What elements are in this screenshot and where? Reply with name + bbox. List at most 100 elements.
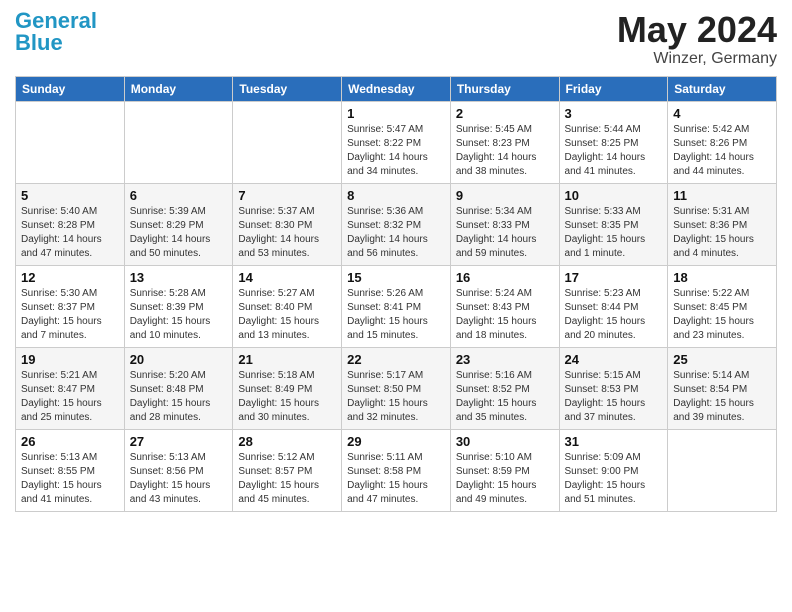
day-info: Sunrise: 5:13 AM Sunset: 8:55 PM Dayligh… [21, 451, 119, 507]
col-saturday: Saturday [668, 76, 777, 101]
day-info: Sunrise: 5:30 AM Sunset: 8:37 PM Dayligh… [21, 287, 119, 343]
day-info: Sunrise: 5:17 AM Sunset: 8:50 PM Dayligh… [347, 369, 445, 425]
day-number: 11 [673, 188, 771, 203]
calendar-cell-w1-d0: 5 Sunrise: 5:40 AM Sunset: 8:28 PM Daylig… [16, 183, 125, 265]
calendar-cell-w3-d1: 20Sunrise: 5:20 AM Sunset: 8:48 PM Dayli… [124, 347, 233, 429]
day-info: Sunrise: 5:10 AM Sunset: 8:59 PM Dayligh… [456, 451, 554, 507]
day-number: 18 [673, 270, 771, 285]
day-info: Sunrise: 5:16 AM Sunset: 8:52 PM Dayligh… [456, 369, 554, 425]
day-info: Sunrise: 5:28 AM Sunset: 8:39 PM Dayligh… [130, 287, 228, 343]
col-friday: Friday [559, 76, 668, 101]
day-number: 29 [347, 434, 445, 449]
calendar-header-row: Sunday Monday Tuesday Wednesday Thursday… [16, 76, 777, 101]
day-info: Sunrise: 5:23 AM Sunset: 8:44 PM Dayligh… [565, 287, 663, 343]
logo: General Blue [15, 10, 97, 54]
day-info: Sunrise: 5:12 AM Sunset: 8:57 PM Dayligh… [238, 451, 336, 507]
day-info: Sunrise: 5:13 AM Sunset: 8:56 PM Dayligh… [130, 451, 228, 507]
calendar-cell-w0-d2 [233, 101, 342, 183]
calendar-cell-w2-d4: 16Sunrise: 5:24 AM Sunset: 8:43 PM Dayli… [450, 265, 559, 347]
week-row-4: 26 Sunrise: 5:13 AM Sunset: 8:55 PM Dayli… [16, 429, 777, 511]
calendar-cell-w3-d5: 24Sunrise: 5:15 AM Sunset: 8:53 PM Dayli… [559, 347, 668, 429]
calendar-cell-w0-d0 [16, 101, 125, 183]
day-info: Sunrise: 5:09 AM Sunset: 9:00 PM Dayligh… [565, 451, 663, 507]
day-number: 23 [456, 352, 554, 367]
calendar-cell-w1-d1: 6 Sunrise: 5:39 AM Sunset: 8:29 PM Daylig… [124, 183, 233, 265]
day-info: Sunrise: 5:33 AM Sunset: 8:35 PM Dayligh… [565, 205, 663, 261]
calendar-cell-w2-d0: 12 Sunrise: 5:30 AM Sunset: 8:37 PM Dayli… [16, 265, 125, 347]
day-info: Sunrise: 5:36 AM Sunset: 8:32 PM Dayligh… [347, 205, 445, 261]
calendar-cell-w4-d4: 30Sunrise: 5:10 AM Sunset: 8:59 PM Dayli… [450, 429, 559, 511]
col-sunday: Sunday [16, 76, 125, 101]
calendar-cell-w1-d2: 7 Sunrise: 5:37 AM Sunset: 8:30 PM Daylig… [233, 183, 342, 265]
calendar-cell-w3-d3: 22 Sunrise: 5:17 AM Sunset: 8:50 PM Dayli… [342, 347, 451, 429]
day-info: Sunrise: 5:42 AM Sunset: 8:26 PM Dayligh… [673, 123, 771, 179]
day-info: Sunrise: 5:20 AM Sunset: 8:48 PM Dayligh… [130, 369, 228, 425]
day-info: Sunrise: 5:45 AM Sunset: 8:23 PM Dayligh… [456, 123, 554, 179]
calendar-cell-w2-d6: 18 Sunrise: 5:22 AM Sunset: 8:45 PM Dayli… [668, 265, 777, 347]
week-row-2: 12 Sunrise: 5:30 AM Sunset: 8:37 PM Dayli… [16, 265, 777, 347]
day-number: 7 [238, 188, 336, 203]
calendar-cell-w4-d6 [668, 429, 777, 511]
day-info: Sunrise: 5:14 AM Sunset: 8:54 PM Dayligh… [673, 369, 771, 425]
calendar-cell-w3-d0: 19Sunrise: 5:21 AM Sunset: 8:47 PM Dayli… [16, 347, 125, 429]
day-number: 22 [347, 352, 445, 367]
calendar-cell-w1-d3: 8Sunrise: 5:36 AM Sunset: 8:32 PM Daylig… [342, 183, 451, 265]
day-number: 28 [238, 434, 336, 449]
calendar-location: Winzer, Germany [617, 50, 777, 68]
calendar-cell-w4-d2: 28 Sunrise: 5:12 AM Sunset: 8:57 PM Dayli… [233, 429, 342, 511]
col-thursday: Thursday [450, 76, 559, 101]
calendar-cell-w4-d0: 26 Sunrise: 5:13 AM Sunset: 8:55 PM Dayli… [16, 429, 125, 511]
day-number: 12 [21, 270, 119, 285]
calendar-cell-w2-d1: 13 Sunrise: 5:28 AM Sunset: 8:39 PM Dayli… [124, 265, 233, 347]
calendar-cell-w4-d5: 31 Sunrise: 5:09 AM Sunset: 9:00 PM Dayli… [559, 429, 668, 511]
day-info: Sunrise: 5:34 AM Sunset: 8:33 PM Dayligh… [456, 205, 554, 261]
week-row-3: 19Sunrise: 5:21 AM Sunset: 8:47 PM Dayli… [16, 347, 777, 429]
col-wednesday: Wednesday [342, 76, 451, 101]
day-info: Sunrise: 5:11 AM Sunset: 8:58 PM Dayligh… [347, 451, 445, 507]
day-number: 27 [130, 434, 228, 449]
day-number: 1 [347, 106, 445, 121]
day-number: 4 [673, 106, 771, 121]
calendar-cell-w3-d2: 21Sunrise: 5:18 AM Sunset: 8:49 PM Dayli… [233, 347, 342, 429]
calendar-cell-w3-d6: 25 Sunrise: 5:14 AM Sunset: 8:54 PM Dayli… [668, 347, 777, 429]
day-number: 6 [130, 188, 228, 203]
page-header: General Blue May 2024 Winzer, Germany [15, 10, 777, 68]
day-number: 26 [21, 434, 119, 449]
day-number: 31 [565, 434, 663, 449]
day-info: Sunrise: 5:15 AM Sunset: 8:53 PM Dayligh… [565, 369, 663, 425]
col-tuesday: Tuesday [233, 76, 342, 101]
calendar-cell-w0-d3: 1 Sunrise: 5:47 AM Sunset: 8:22 PM Daylig… [342, 101, 451, 183]
title-block: May 2024 Winzer, Germany [617, 10, 777, 68]
day-info: Sunrise: 5:40 AM Sunset: 8:28 PM Dayligh… [21, 205, 119, 261]
day-info: Sunrise: 5:22 AM Sunset: 8:45 PM Dayligh… [673, 287, 771, 343]
day-info: Sunrise: 5:31 AM Sunset: 8:36 PM Dayligh… [673, 205, 771, 261]
calendar-cell-w4-d3: 29 Sunrise: 5:11 AM Sunset: 8:58 PM Dayli… [342, 429, 451, 511]
day-number: 10 [565, 188, 663, 203]
day-info: Sunrise: 5:24 AM Sunset: 8:43 PM Dayligh… [456, 287, 554, 343]
calendar-cell-w1-d4: 9 Sunrise: 5:34 AM Sunset: 8:33 PM Daylig… [450, 183, 559, 265]
day-info: Sunrise: 5:18 AM Sunset: 8:49 PM Dayligh… [238, 369, 336, 425]
week-row-1: 5 Sunrise: 5:40 AM Sunset: 8:28 PM Daylig… [16, 183, 777, 265]
day-number: 15 [347, 270, 445, 285]
col-monday: Monday [124, 76, 233, 101]
day-number: 25 [673, 352, 771, 367]
day-info: Sunrise: 5:39 AM Sunset: 8:29 PM Dayligh… [130, 205, 228, 261]
day-number: 2 [456, 106, 554, 121]
day-number: 13 [130, 270, 228, 285]
calendar-table: Sunday Monday Tuesday Wednesday Thursday… [15, 76, 777, 512]
day-info: Sunrise: 5:47 AM Sunset: 8:22 PM Dayligh… [347, 123, 445, 179]
day-number: 17 [565, 270, 663, 285]
week-row-0: 1 Sunrise: 5:47 AM Sunset: 8:22 PM Daylig… [16, 101, 777, 183]
day-info: Sunrise: 5:37 AM Sunset: 8:30 PM Dayligh… [238, 205, 336, 261]
day-number: 3 [565, 106, 663, 121]
calendar-cell-w2-d5: 17 Sunrise: 5:23 AM Sunset: 8:44 PM Dayli… [559, 265, 668, 347]
day-number: 5 [21, 188, 119, 203]
calendar-cell-w2-d2: 14Sunrise: 5:27 AM Sunset: 8:40 PM Dayli… [233, 265, 342, 347]
day-number: 9 [456, 188, 554, 203]
calendar-cell-w0-d6: 4 Sunrise: 5:42 AM Sunset: 8:26 PM Daylig… [668, 101, 777, 183]
logo-blue: Blue [15, 30, 63, 55]
day-info: Sunrise: 5:44 AM Sunset: 8:25 PM Dayligh… [565, 123, 663, 179]
day-info: Sunrise: 5:26 AM Sunset: 8:41 PM Dayligh… [347, 287, 445, 343]
day-info: Sunrise: 5:21 AM Sunset: 8:47 PM Dayligh… [21, 369, 119, 425]
day-info: Sunrise: 5:27 AM Sunset: 8:40 PM Dayligh… [238, 287, 336, 343]
